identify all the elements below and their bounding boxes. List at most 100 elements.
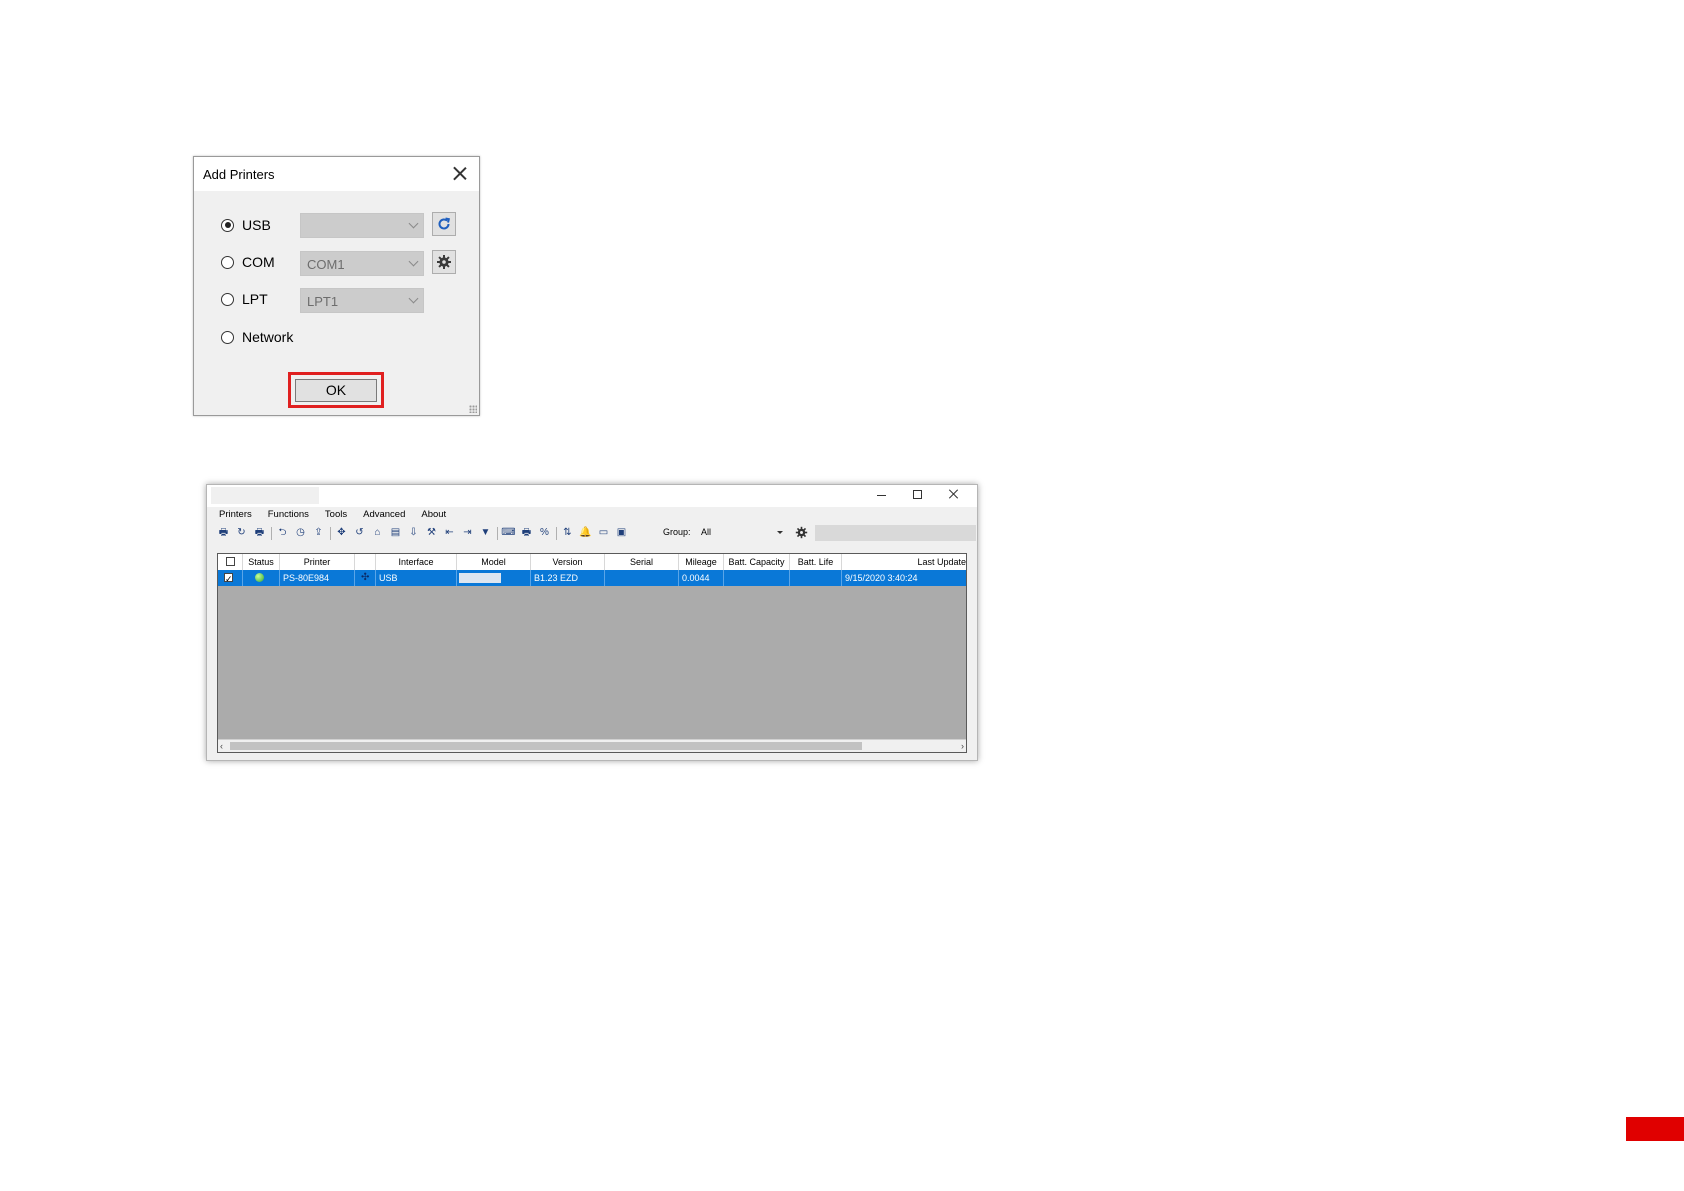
radio-network[interactable]: Network xyxy=(221,325,293,349)
page-marker xyxy=(1626,1117,1684,1141)
bell-icon[interactable]: 🔔 xyxy=(579,527,592,540)
sort-icon[interactable]: ⇅ xyxy=(561,527,574,540)
radio-usb-indicator[interactable] xyxy=(221,218,234,232)
toolbar: 🖶 ↻ 🖶 ⮌ ◷ ⇪ ✥ ↺ ⌂ ▤ ⇩ ⚒ ⇤ ⇥ ▼ ⌨ 🖶 % ⇅ 🔔 … xyxy=(217,525,633,541)
dialog-titlebar: Add Printers xyxy=(194,157,479,191)
select-all-checkbox[interactable] xyxy=(226,557,235,566)
terminal-icon[interactable]: ⌨ xyxy=(501,527,515,540)
col-last-update[interactable]: Last Update xyxy=(842,554,966,570)
calibrate-icon[interactable]: ▤ xyxy=(389,527,402,540)
gear-icon xyxy=(437,255,451,269)
window-titlebar xyxy=(207,485,977,507)
gear-icon[interactable] xyxy=(795,526,808,539)
col-interface[interactable]: Interface xyxy=(376,554,457,570)
radio-com-label: COM xyxy=(242,254,275,270)
screenshot-icon[interactable]: ▣ xyxy=(615,527,628,540)
com-port-select[interactable]: COM1 xyxy=(300,251,424,276)
chevron-down-icon xyxy=(408,293,419,304)
row-checkbox[interactable] xyxy=(224,571,233,586)
radio-com[interactable]: COM xyxy=(221,250,275,274)
ok-button[interactable]: OK xyxy=(295,379,377,402)
printer-console-window: Printers Functions Tools Advanced About … xyxy=(206,484,978,761)
menu-tools[interactable]: Tools xyxy=(325,509,347,523)
table-row[interactable]: PS-80E984 ✣ USB B1.23 EZD 0.0044 9/15/20… xyxy=(218,570,966,586)
lpt-port-value: LPT1 xyxy=(307,294,339,309)
feed-icon[interactable]: ⇩ xyxy=(407,527,420,540)
usb-icon: ✣ xyxy=(361,572,370,583)
row-last-update: 9/15/2020 3:40:24 xyxy=(845,573,918,583)
import-icon[interactable]: ⮌ xyxy=(276,527,289,540)
refresh-button[interactable] xyxy=(432,212,456,236)
row-model xyxy=(459,573,501,583)
col-version[interactable]: Version xyxy=(531,554,605,570)
minimize-icon[interactable] xyxy=(871,487,893,503)
remove-printer-icon[interactable]: 🖶 xyxy=(253,527,266,540)
printer-grid: Status Printer Interface Model Version S… xyxy=(217,553,967,753)
scroll-left-icon[interactable]: ‹ xyxy=(220,741,223,751)
horizontal-scrollbar[interactable]: ‹ › xyxy=(218,739,966,752)
add-printer-icon[interactable]: 🖶 xyxy=(217,527,230,540)
col-model[interactable]: Model xyxy=(457,554,531,570)
col-mileage[interactable]: Mileage xyxy=(679,554,724,570)
select-all-header xyxy=(218,554,243,570)
maximize-icon[interactable] xyxy=(907,487,929,503)
move-icon[interactable]: ✥ xyxy=(335,527,348,540)
row-mileage: 0.0044 xyxy=(679,570,724,586)
col-serial[interactable]: Serial xyxy=(605,554,679,570)
close-icon[interactable] xyxy=(943,487,965,503)
group-select[interactable]: All xyxy=(697,525,787,540)
print-icon[interactable]: 🖶 xyxy=(520,527,533,540)
window-title xyxy=(211,487,319,504)
scroll-right-icon[interactable]: › xyxy=(961,741,964,751)
toolbar-divider xyxy=(271,526,272,540)
grid-header: Status Printer Interface Model Version S… xyxy=(218,554,966,571)
col-status[interactable]: Status xyxy=(243,554,280,570)
col-printer[interactable]: Printer xyxy=(280,554,355,570)
menu-printers[interactable]: Printers xyxy=(219,509,252,523)
col-batt-life[interactable]: Batt. Life xyxy=(790,554,842,570)
row-model-cell xyxy=(457,570,531,586)
radio-network-indicator[interactable] xyxy=(221,330,234,344)
row-interface: USB xyxy=(376,570,457,586)
row-batt-capacity xyxy=(724,570,790,586)
toolbar-divider xyxy=(556,526,557,540)
radio-com-indicator[interactable] xyxy=(221,255,234,269)
radio-usb[interactable]: USB xyxy=(221,213,271,237)
refresh-icon[interactable]: ↻ xyxy=(235,527,248,540)
row-status-cell xyxy=(243,570,280,586)
menu-functions[interactable]: Functions xyxy=(268,509,309,523)
usb-port-select[interactable] xyxy=(300,213,424,238)
radio-usb-label: USB xyxy=(242,217,271,233)
align-left-icon[interactable]: ⇤ xyxy=(443,527,456,540)
radio-lpt-indicator[interactable] xyxy=(221,292,234,306)
undo-icon[interactable]: ↺ xyxy=(353,527,366,540)
clock-icon[interactable]: ◷ xyxy=(294,527,307,540)
monitor-icon[interactable]: ▭ xyxy=(597,527,610,540)
refresh-icon xyxy=(438,217,451,230)
chevron-down-icon xyxy=(408,218,419,229)
row-interface-icon-cell: ✣ xyxy=(355,570,376,586)
col-interface-icon[interactable] xyxy=(355,554,376,570)
row-version: B1.23 EZD xyxy=(531,570,605,586)
align-right-icon[interactable]: ⇥ xyxy=(461,527,474,540)
add-printers-dialog: Add Printers USB COM COM1 LPT LPT1 Netwo… xyxy=(193,156,480,416)
group-value: All xyxy=(701,527,712,537)
menu-advanced[interactable]: Advanced xyxy=(363,509,405,523)
resize-grip-icon[interactable] xyxy=(469,405,477,413)
home-icon[interactable]: ⌂ xyxy=(371,527,384,540)
radio-network-label: Network xyxy=(242,329,294,345)
com-settings-button[interactable] xyxy=(432,250,456,274)
chevron-down-icon xyxy=(408,256,419,267)
percent-icon[interactable]: % xyxy=(538,527,551,540)
dialog-title: Add Printers xyxy=(203,167,275,182)
chevron-down-icon xyxy=(777,531,783,534)
close-icon[interactable] xyxy=(449,163,471,185)
lpt-port-select[interactable]: LPT1 xyxy=(300,288,424,313)
col-batt-capacity[interactable]: Batt. Capacity xyxy=(724,554,790,570)
upload-icon[interactable]: ⇪ xyxy=(312,527,325,540)
scrollbar-thumb[interactable] xyxy=(230,742,862,750)
tool-icon[interactable]: ⚒ xyxy=(425,527,438,540)
wifi-icon[interactable]: ▼ xyxy=(479,527,492,540)
radio-lpt[interactable]: LPT xyxy=(221,287,268,311)
menu-about[interactable]: About xyxy=(421,509,446,523)
